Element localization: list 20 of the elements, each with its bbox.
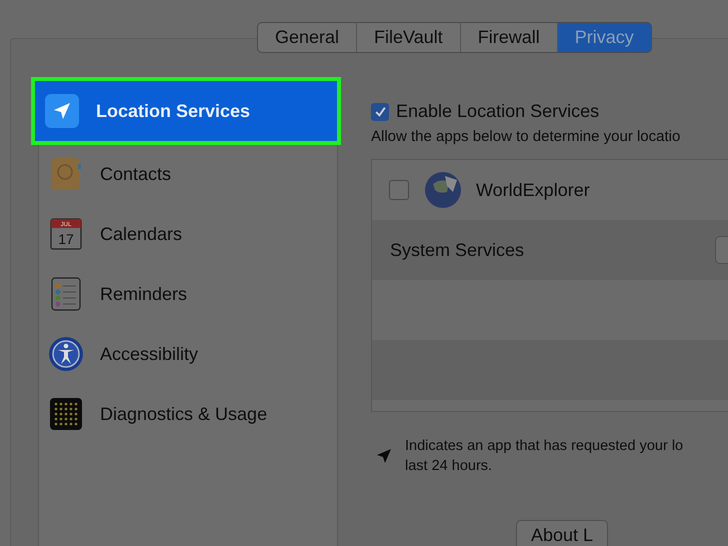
legend-text: Indicates an app that has requested your lo last 24 hours. [405, 437, 684, 476]
tab[interactable]: Privacy [558, 23, 651, 52]
sidebar-item[interactable]: Accessibility [39, 324, 337, 384]
checkbox[interactable] [389, 180, 409, 200]
sidebar-item[interactable]: Contacts [39, 144, 337, 204]
dot-grid-icon [48, 396, 84, 432]
check-icon [374, 105, 386, 118]
about-button[interactable]: About L [516, 520, 608, 546]
checkbox[interactable] [371, 102, 389, 120]
sidebar-item[interactable]: Reminders [39, 264, 337, 324]
app-name: WorldExplorer [476, 180, 590, 200]
globe-icon [423, 170, 463, 210]
location-arrow-icon [376, 448, 392, 464]
sidebar-item[interactable]: Location Services [31, 77, 341, 145]
description-text: Allow the apps below to determine your locatio [371, 128, 682, 145]
sidebar-item[interactable]: Diagnostics & Usage [39, 384, 337, 444]
tab[interactable]: FileVault [357, 23, 461, 52]
accessibility-icon [48, 336, 84, 372]
app-name: System Services [390, 240, 526, 260]
row-button[interactable] [715, 236, 728, 264]
